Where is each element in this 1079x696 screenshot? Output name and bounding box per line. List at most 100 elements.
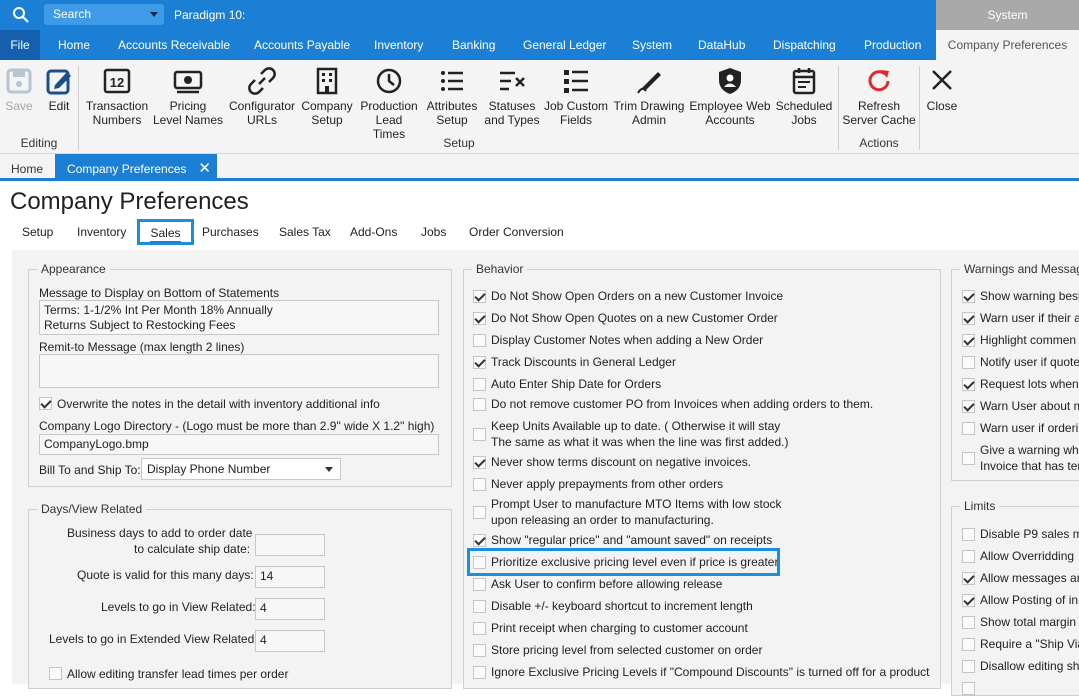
tab-add-ons[interactable]: Add-Ons: [350, 225, 397, 239]
limit-option-checkbox[interactable]: [962, 550, 975, 563]
save-icon: [6, 68, 32, 94]
menu-datahub[interactable]: DataHub: [698, 38, 745, 52]
scheduled-jobs-button[interactable]: Scheduled Jobs: [774, 66, 834, 127]
configurator-l1: Configurator: [228, 99, 296, 113]
warning-option-checkbox[interactable]: [962, 290, 975, 303]
behavior-option-checkbox[interactable]: [473, 290, 486, 303]
doc-tab-company-preferences[interactable]: Company Preferences ✕: [55, 154, 217, 181]
bill-to-select[interactable]: Display Phone Number: [141, 458, 341, 480]
behavior-option-checkbox[interactable]: [473, 398, 486, 411]
tab-sales[interactable]: Sales: [137, 219, 194, 245]
behavior-option-checkbox[interactable]: [473, 334, 486, 347]
transaction-numbers-button[interactable]: 12 Transaction Numbers: [84, 66, 150, 127]
behavior-option-checkbox[interactable]: [473, 378, 486, 391]
statuses-types-button[interactable]: Statuses and Types: [482, 66, 542, 127]
menu-file[interactable]: File: [0, 30, 40, 60]
behavior-option-checkbox[interactable]: [473, 428, 486, 441]
behavior-option-checkbox[interactable]: [473, 312, 486, 325]
menu-banking[interactable]: Banking: [452, 38, 495, 52]
pricing-level-names-button[interactable]: Pricing Level Names: [152, 66, 224, 127]
menu-dispatching[interactable]: Dispatching: [773, 38, 836, 52]
levels-extended-field[interactable]: 4: [255, 630, 325, 652]
behavior-option-checkbox[interactable]: [473, 456, 486, 469]
trim-drawing-admin-button[interactable]: Trim Drawing Admin: [612, 66, 686, 127]
tab-sales-tax[interactable]: Sales Tax: [279, 225, 331, 239]
behavior-option-checkbox[interactable]: [473, 578, 486, 591]
warning-option-checkbox[interactable]: [962, 422, 975, 435]
job-custom-fields-button[interactable]: Job Custom Fields: [542, 66, 610, 127]
editing-group-label: Editing: [20, 136, 58, 150]
page-title: Company Preferences: [10, 188, 249, 215]
search-label: Search: [53, 7, 92, 21]
warning-option-checkbox[interactable]: [962, 400, 975, 413]
behavior-option-checkbox[interactable]: [473, 478, 486, 491]
menu-home[interactable]: Home: [58, 38, 90, 52]
configurator-urls-button[interactable]: Configurator URLs: [226, 66, 298, 127]
behavior-option-label: Never show terms discount on negative in…: [491, 455, 752, 469]
tab-jobs[interactable]: Jobs: [421, 225, 446, 239]
behavior-option-label: Display Customer Notes when adding a New…: [491, 333, 764, 347]
menu-system[interactable]: System: [632, 38, 672, 52]
menu-company-preferences[interactable]: Company Preferences: [936, 30, 1079, 60]
attributes-setup-button[interactable]: Attributes Setup: [422, 66, 482, 127]
menu-production[interactable]: Production: [864, 38, 921, 52]
overwrite-notes-checkbox[interactable]: [39, 397, 52, 410]
limit-option-checkbox[interactable]: [962, 638, 975, 651]
menu-inventory[interactable]: Inventory: [374, 38, 423, 52]
production-lead-times-button[interactable]: Production Lead Times: [358, 66, 420, 141]
behavior-option-checkbox[interactable]: [473, 666, 486, 679]
search-dropdown[interactable]: Search: [44, 4, 164, 25]
menu-accounts-payable[interactable]: Accounts Payable: [254, 38, 350, 52]
behavior-option-label: Do Not Show Open Quotes on a new Custome…: [491, 311, 778, 325]
employee-web-l1: Employee Web: [689, 99, 771, 113]
limit-option-checkbox[interactable]: [962, 660, 975, 673]
limit-option-checkbox[interactable]: [962, 572, 975, 585]
statement-message-field[interactable]: Terms: 1-1/2% Int Per Month 18% Annually…: [39, 300, 439, 335]
business-days-label-2: to calculate ship date:: [134, 542, 251, 556]
close-button[interactable]: Close: [924, 66, 960, 113]
behavior-option-checkbox[interactable]: [473, 600, 486, 613]
edit-button[interactable]: Edit: [44, 66, 74, 113]
quote-valid-label: Quote is valid for this many days:: [77, 568, 254, 582]
transfer-lead-times-checkbox[interactable]: [49, 667, 62, 680]
menu-accounts-receivable[interactable]: Accounts Receivable: [118, 38, 230, 52]
behavior-option-checkbox[interactable]: [473, 534, 486, 547]
save-button[interactable]: Save: [4, 66, 34, 113]
employee-web-accounts-button[interactable]: Employee Web Accounts: [688, 66, 772, 127]
warning-option-checkbox[interactable]: [962, 356, 975, 369]
behavior-option-checkbox[interactable]: [473, 622, 486, 635]
close-tab-icon[interactable]: ✕: [198, 159, 211, 177]
limits-title: Limits: [960, 499, 1000, 513]
behavior-option-checkbox[interactable]: [473, 644, 486, 657]
levels-view-field[interactable]: 4: [255, 598, 325, 620]
edit-icon: [46, 69, 71, 95]
attributes-l1: Attributes: [426, 99, 478, 113]
link-icon: [248, 67, 276, 95]
quote-valid-field[interactable]: 14: [255, 566, 325, 588]
tab-inventory[interactable]: Inventory: [77, 225, 126, 239]
remit-message-field[interactable]: [39, 354, 439, 388]
pricing-icon: [173, 70, 203, 94]
warning-option-checkbox[interactable]: [962, 312, 975, 325]
refresh-server-cache-button[interactable]: Refresh Server Cache: [842, 66, 916, 127]
warning-option-checkbox[interactable]: [962, 452, 975, 465]
tab-order-conversion[interactable]: Order Conversion: [469, 225, 564, 239]
behavior-option-checkbox[interactable]: [473, 356, 486, 369]
business-days-field[interactable]: [255, 534, 325, 556]
company-setup-button[interactable]: Company Setup: [298, 66, 356, 127]
doc-tab-home[interactable]: Home: [0, 154, 54, 181]
behavior-option-checkbox[interactable]: [473, 506, 486, 519]
limit-option-checkbox[interactable]: [962, 616, 975, 629]
system-tab[interactable]: System: [936, 0, 1079, 30]
tab-setup[interactable]: Setup: [22, 225, 53, 239]
menu-general-ledger[interactable]: General Ledger: [523, 38, 606, 52]
tab-purchases[interactable]: Purchases: [202, 225, 259, 239]
warning-option-checkbox[interactable]: [962, 334, 975, 347]
edit-label: Edit: [48, 99, 70, 113]
limit-option-checkbox[interactable]: [962, 594, 975, 607]
warning-option-checkbox[interactable]: [962, 378, 975, 391]
limit-option-checkbox[interactable]: [962, 528, 975, 541]
logo-directory-field[interactable]: CompanyLogo.bmp: [39, 434, 439, 455]
warning-option-label: Request lots when: [980, 377, 1079, 391]
search-icon[interactable]: [12, 6, 30, 24]
